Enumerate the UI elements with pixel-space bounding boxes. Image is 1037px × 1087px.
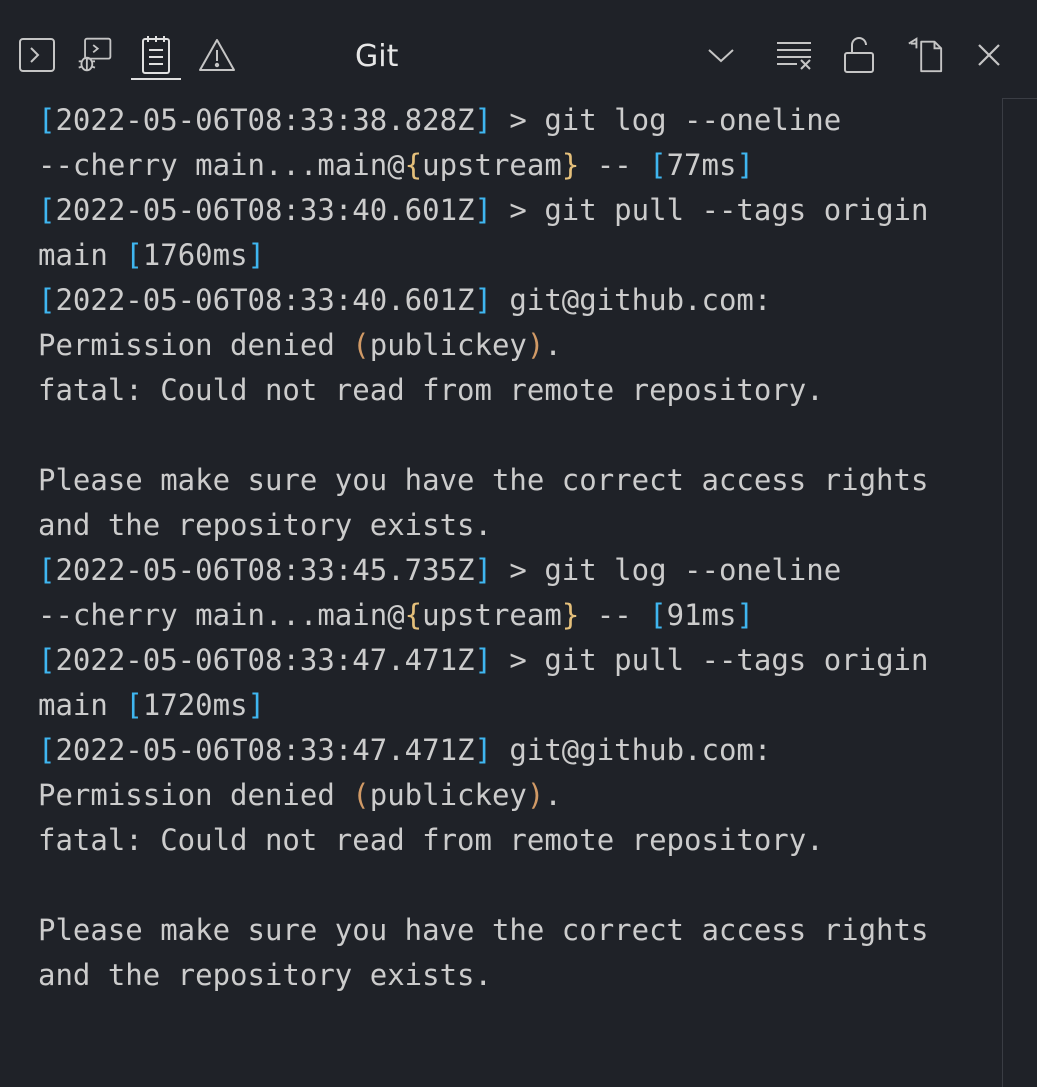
log-text: > git log --oneline — [491, 553, 842, 587]
log-text: git@github.com: — [491, 283, 772, 317]
log-text: 2022-05-06T08:33:40.601Z — [55, 283, 475, 317]
log-line: Please make sure you have the correct ac… — [38, 908, 978, 953]
log-line: [2022-05-06T08:33:45.735Z] > git log --o… — [38, 548, 978, 593]
log-line: [2022-05-06T08:33:40.601Z] > git pull --… — [38, 188, 978, 233]
log-bracket: ) — [526, 328, 545, 362]
log-line: Permission denied (publickey). — [38, 323, 978, 368]
log-text: > git pull --tags origin — [491, 193, 929, 227]
log-bracket: [ — [38, 733, 56, 767]
log-text: 2022-05-06T08:33:38.828Z — [55, 103, 475, 137]
log-bracket: { — [404, 148, 423, 182]
close-icon[interactable] — [970, 34, 1008, 76]
log-text: > git log --oneline — [491, 103, 842, 137]
log-text: 2022-05-06T08:33:40.601Z — [55, 193, 475, 227]
log-bracket: ] — [474, 283, 492, 317]
log-bracket: ] — [474, 643, 492, 677]
log-bracket: ] — [474, 733, 492, 767]
log-text: . — [544, 328, 562, 362]
log-text: upstream — [422, 598, 562, 632]
log-text: Please make sure you have the correct ac… — [38, 913, 929, 947]
log-bracket: } — [561, 598, 580, 632]
log-text: upstream — [422, 148, 562, 182]
log-text: fatal: Could not read from remote reposi… — [38, 823, 824, 857]
log-text: . — [544, 778, 562, 812]
log-line: Permission denied (publickey). — [38, 773, 978, 818]
log-line: main [1720ms] — [38, 683, 978, 728]
unlock-icon[interactable] — [840, 34, 878, 76]
log-line: [2022-05-06T08:33:40.601Z] git@github.co… — [38, 278, 978, 323]
log-text: -- — [579, 148, 650, 182]
log-text: Permission denied — [38, 778, 353, 812]
log-text: 91ms — [666, 598, 737, 632]
log-bracket: ( — [352, 778, 370, 812]
open-in-editor-icon[interactable] — [906, 34, 944, 76]
log-bracket: [ — [38, 553, 56, 587]
log-text: 1720ms — [142, 688, 248, 722]
log-line: fatal: Could not read from remote reposi… — [38, 818, 978, 863]
log-bracket: ] — [736, 598, 754, 632]
output-icon[interactable] — [131, 34, 181, 80]
log-text: 2022-05-06T08:33:47.471Z — [55, 643, 475, 677]
log-text: 1760ms — [142, 238, 248, 272]
log-bracket: [ — [649, 148, 667, 182]
log-bracket: ] — [474, 103, 492, 137]
log-line: and the repository exists. — [38, 953, 978, 998]
log-text: 77ms — [666, 148, 737, 182]
log-text: Permission denied — [38, 328, 353, 362]
scrollbar-edge — [1002, 98, 1037, 99]
log-line: [2022-05-06T08:33:38.828Z] > git log --o… — [38, 98, 978, 143]
log-text: publickey — [369, 328, 527, 362]
log-line: --cherry main...main@{upstream} -- [77ms… — [38, 143, 978, 188]
log-text: and the repository exists. — [38, 508, 492, 542]
log-text: Please make sure you have the correct ac… — [38, 463, 929, 497]
log-bracket: [ — [649, 598, 667, 632]
log-text: git@github.com: — [491, 733, 772, 767]
log-bracket: [ — [38, 103, 56, 137]
log-bracket: [ — [38, 643, 56, 677]
log-text: -- — [579, 598, 650, 632]
log-bracket: ] — [247, 238, 266, 272]
log-text: fatal: Could not read from remote reposi… — [38, 373, 824, 407]
log-bracket: [ — [38, 283, 56, 317]
log-text: main — [38, 238, 126, 272]
log-line: [2022-05-06T08:33:47.471Z] git@github.co… — [38, 728, 978, 773]
log-line: --cherry main...main@{upstream} -- [91ms… — [38, 593, 978, 638]
log-text: main — [38, 688, 126, 722]
log-line: Please make sure you have the correct ac… — [38, 458, 978, 503]
clear-output-icon[interactable] — [775, 34, 813, 76]
log-text: --cherry main...main@ — [38, 598, 405, 632]
log-bracket: [ — [38, 193, 56, 227]
log-text: --cherry main...main@ — [38, 148, 405, 182]
panel-toolbar: Git — [0, 0, 1037, 98]
log-line: main [1760ms] — [38, 233, 978, 278]
chevron-down-icon[interactable] — [702, 34, 740, 76]
log-text: publickey — [369, 778, 527, 812]
log-line: [2022-05-06T08:33:47.471Z] > git pull --… — [38, 638, 978, 683]
scrollbar-track[interactable] — [1002, 98, 1003, 1087]
log-text: 2022-05-06T08:33:47.471Z — [55, 733, 475, 767]
terminal-icon[interactable] — [18, 34, 56, 76]
log-bracket: ] — [247, 688, 266, 722]
debug-console-icon[interactable] — [76, 34, 114, 76]
log-line: fatal: Could not read from remote reposi… — [38, 368, 978, 413]
problems-icon[interactable] — [198, 34, 236, 76]
log-text: and the repository exists. — [38, 958, 492, 992]
log-bracket: ) — [526, 778, 545, 812]
panel-title: Git — [355, 39, 399, 74]
log-bracket: [ — [125, 238, 143, 272]
log-bracket: { — [404, 598, 423, 632]
log-line: and the repository exists. — [38, 503, 978, 548]
log-text: > git pull --tags origin — [491, 643, 929, 677]
log-bracket: } — [561, 148, 580, 182]
log-text: 2022-05-06T08:33:45.735Z — [55, 553, 475, 587]
log-bracket: ] — [474, 553, 492, 587]
output-log: [2022-05-06T08:33:38.828Z] > git log --o… — [38, 98, 978, 1078]
log-bracket: ] — [474, 193, 492, 227]
log-bracket: ] — [736, 148, 754, 182]
log-bracket: ( — [352, 328, 370, 362]
log-bracket: [ — [125, 688, 143, 722]
